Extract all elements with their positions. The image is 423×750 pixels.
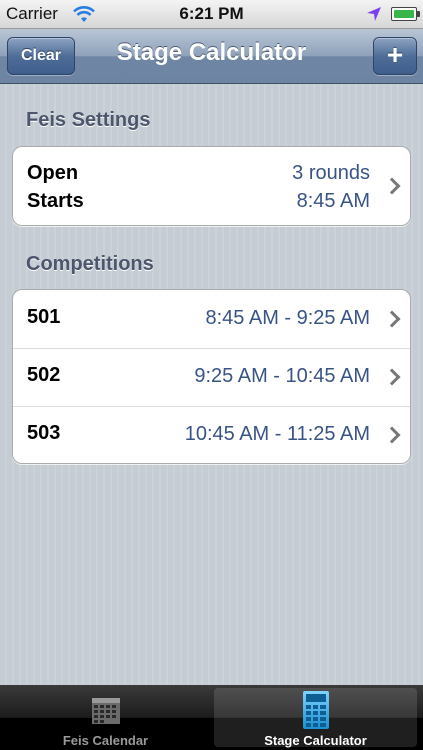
competition-number: 501	[27, 306, 61, 328]
competition-row[interactable]: 501 8:45 AM - 9:25 AM	[13, 290, 410, 349]
status-bar: Carrier 6:21 PM	[0, 0, 423, 29]
status-time: 6:21 PM	[179, 4, 244, 23]
tab-feis-calendar[interactable]: Feis Calendar	[0, 685, 211, 750]
competition-time-range: 9:25 AM - 10:45 AM	[194, 365, 370, 387]
competition-number: 502	[27, 364, 61, 386]
tab-label: Feis Calendar	[62, 733, 149, 748]
battery-icon	[391, 7, 420, 21]
page-title: Stage Calculator	[116, 39, 307, 66]
location-arrow-icon	[367, 7, 381, 21]
rounds-value: 3 rounds	[292, 162, 370, 184]
chevron-right-icon	[383, 310, 401, 328]
competition-number: 503	[27, 422, 61, 444]
feis-settings-cell[interactable]: Open 3 rounds Starts 8:45 AM	[12, 146, 411, 226]
tab-bar: Feis Calendar Stage Calculator	[0, 685, 423, 750]
chevron-right-icon	[383, 426, 401, 444]
competition-row[interactable]: 503 10:45 AM - 11:25 AM	[13, 406, 410, 463]
add-button[interactable]: +	[373, 37, 417, 75]
feis-settings-header: Feis Settings	[26, 109, 151, 131]
calendar-icon	[92, 698, 120, 724]
start-time-value: 8:45 AM	[296, 190, 370, 212]
competition-time-range: 8:45 AM - 9:25 AM	[205, 307, 370, 329]
starts-label: Starts	[27, 190, 84, 212]
competition-time-range: 10:45 AM - 11:25 AM	[184, 423, 370, 445]
tab-label: Stage Calculator	[264, 733, 367, 748]
competitions-list: 501 8:45 AM - 9:25 AM 502 9:25 AM - 10:4…	[12, 289, 411, 464]
competition-row[interactable]: 502 9:25 AM - 10:45 AM	[13, 348, 410, 407]
competitions-header: Competitions	[26, 253, 154, 275]
navigation-bar: Clear Stage Calculator +	[0, 29, 423, 84]
open-label: Open	[27, 162, 79, 184]
tab-stage-calculator[interactable]: Stage Calculator	[214, 688, 417, 748]
chevron-right-icon	[383, 368, 401, 386]
chevron-right-icon	[383, 177, 401, 195]
calculator-icon	[303, 691, 329, 729]
